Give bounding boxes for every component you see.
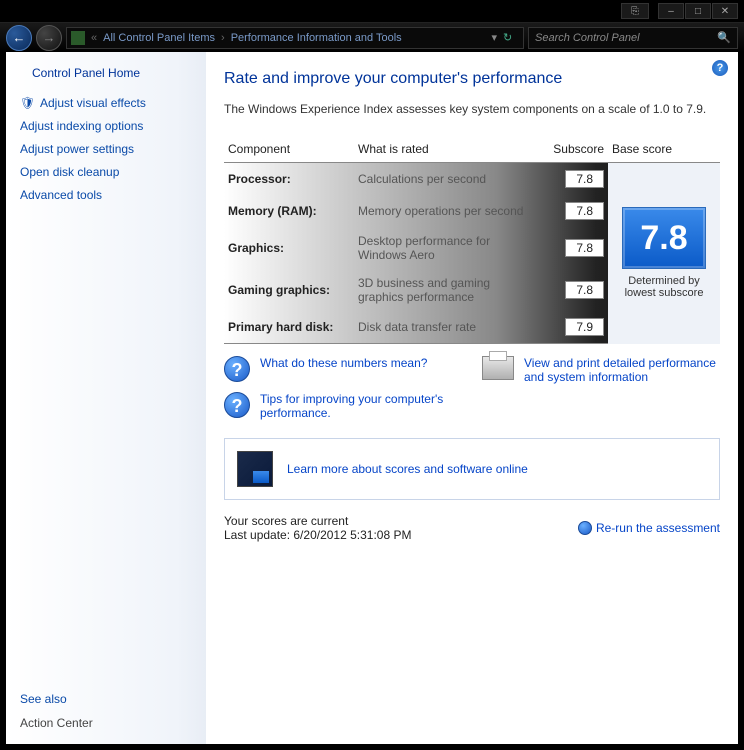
component-label: Processor:: [224, 163, 354, 196]
component-label: Memory (RAM):: [224, 195, 354, 227]
subscore-value: 7.8: [565, 202, 604, 220]
sidebar-item-label: Adjust power settings: [20, 142, 134, 156]
subscore-value: 7.8: [565, 170, 604, 188]
component-label: Graphics:: [224, 227, 354, 269]
search-icon[interactable]: 🔍: [717, 31, 731, 44]
printer-icon: [482, 356, 514, 380]
breadcrumb-sep: «: [91, 32, 97, 44]
sidebar-item-disk-cleanup[interactable]: Open disk cleanup: [20, 165, 198, 179]
control-panel-home-link[interactable]: Control Panel Home: [20, 66, 198, 80]
component-desc: Disk data transfer rate: [354, 311, 534, 344]
sidebar-item-indexing[interactable]: Adjust indexing options: [20, 119, 198, 133]
status-row: Your scores are current Last update: 6/2…: [224, 514, 720, 542]
link-view-print[interactable]: View and print detailed performance and …: [482, 356, 720, 384]
help-links-row: ? What do these numbers mean? ? Tips for…: [224, 356, 720, 430]
table-header-row: Component What is rated Subscore Base sc…: [224, 136, 720, 163]
base-score-badge: 7.8: [622, 207, 706, 269]
sidebar-item-power[interactable]: Adjust power settings: [20, 142, 198, 156]
sidebar-item-visual-effects[interactable]: 🛡 Adjust visual effects: [20, 96, 198, 110]
scores-current-text: Your scores are current: [224, 514, 411, 528]
component-label: Gaming graphics:: [224, 269, 354, 311]
help-icon[interactable]: ?: [712, 60, 728, 76]
breadcrumb-performance[interactable]: Performance Information and Tools: [231, 32, 402, 44]
subscore-value: 7.9: [565, 318, 604, 336]
base-score-label: Determined by lowest subscore: [612, 275, 716, 299]
link-text: Tips for improving your computer's perfo…: [260, 392, 462, 420]
control-panel-icon: [71, 31, 85, 45]
sidebar-item-label: Adjust visual effects: [40, 96, 146, 110]
subscore-value: 7.8: [565, 281, 604, 299]
address-bar[interactable]: « All Control Panel Items › Performance …: [66, 27, 524, 49]
link-text: What do these numbers mean?: [260, 356, 427, 370]
component-desc: Memory operations per second: [354, 195, 534, 227]
address-dropdown-icon[interactable]: ▾: [491, 31, 497, 44]
close-button[interactable]: ✕: [712, 3, 738, 19]
last-update-text: Last update: 6/20/2012 5:31:08 PM: [224, 528, 411, 542]
col-base: Base score: [608, 136, 720, 163]
component-label: Primary hard disk:: [224, 311, 354, 344]
link-learn-more[interactable]: Learn more about scores and software onl…: [287, 462, 528, 476]
component-desc: Calculations per second: [354, 163, 534, 196]
base-score-cell: 7.8 Determined by lowest subscore: [608, 163, 720, 344]
link-what-numbers-mean[interactable]: ? What do these numbers mean?: [224, 356, 462, 382]
sidebar-item-advanced-tools[interactable]: Advanced tools: [20, 188, 198, 202]
page-subtitle: The Windows Experience Index assesses ke…: [224, 102, 720, 116]
forward-button[interactable]: →: [36, 25, 62, 51]
col-subscore: Subscore: [534, 136, 608, 163]
main-panel: ? Rate and improve your computer's perfo…: [206, 52, 738, 744]
learn-more-box: Learn more about scores and software onl…: [224, 438, 720, 500]
minimize-button[interactable]: –: [658, 3, 684, 19]
software-box-icon: [237, 451, 273, 487]
link-text: View and print detailed performance and …: [524, 356, 720, 384]
col-component: Component: [224, 136, 354, 163]
rerun-assessment-link[interactable]: Re-run the assessment: [578, 514, 720, 542]
sidebar: Control Panel Home 🛡 Adjust visual effec…: [6, 52, 206, 744]
col-rated: What is rated: [354, 136, 534, 163]
chevron-right-icon: ›: [221, 32, 225, 44]
titlebar: ⎘ – □ ✕: [0, 0, 744, 22]
content: Control Panel Home 🛡 Adjust visual effec…: [6, 52, 738, 744]
page-title: Rate and improve your computer's perform…: [224, 70, 720, 88]
shield-icon: 🛡: [20, 96, 34, 110]
action-center-link[interactable]: Action Center: [20, 716, 198, 730]
search-placeholder: Search Control Panel: [535, 32, 640, 44]
subscore-value: 7.8: [565, 239, 604, 257]
component-desc: Desktop performance for Windows Aero: [354, 227, 534, 269]
see-also-heading: See also: [20, 692, 198, 706]
link-tips[interactable]: ? Tips for improving your computer's per…: [224, 392, 462, 420]
question-icon: ?: [224, 356, 250, 382]
sidebar-item-label: Advanced tools: [20, 188, 102, 202]
sidebar-item-label: Adjust indexing options: [20, 119, 143, 133]
table-row: Processor: Calculations per second 7.8 7…: [224, 163, 720, 196]
aero-snap-icon[interactable]: ⎘: [621, 3, 649, 19]
maximize-button[interactable]: □: [685, 3, 711, 19]
window: ⎘ – □ ✕ ← → « All Control Panel Items › …: [0, 0, 744, 750]
search-input[interactable]: Search Control Panel 🔍: [528, 27, 738, 49]
sidebar-item-label: Open disk cleanup: [20, 165, 119, 179]
rerun-label: Re-run the assessment: [596, 521, 720, 535]
breadcrumb-all-items[interactable]: All Control Panel Items: [103, 32, 215, 44]
back-button[interactable]: ←: [6, 25, 32, 51]
refresh-icon[interactable]: ↻: [503, 31, 519, 44]
nav-bar: ← → « All Control Panel Items › Performa…: [0, 22, 744, 52]
component-desc: 3D business and gaming graphics performa…: [354, 269, 534, 311]
score-table: Component What is rated Subscore Base sc…: [224, 136, 720, 344]
question-icon: ?: [224, 392, 250, 418]
refresh-circle-icon: [578, 521, 592, 535]
